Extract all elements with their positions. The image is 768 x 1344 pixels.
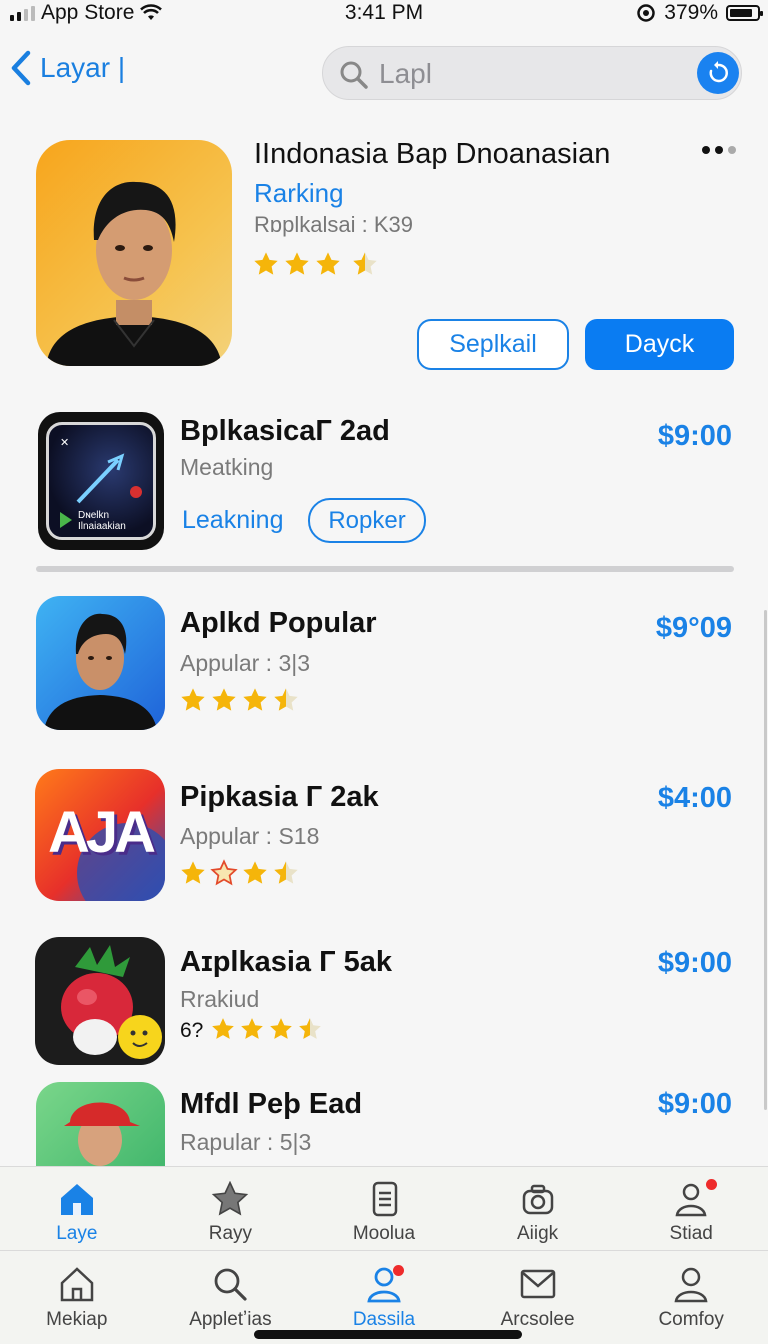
tab-label: Moolua [352,1223,416,1244]
tab-moolua[interactable]: Moolua [307,1181,461,1250]
strawberry-character-icon [61,945,162,1059]
search-icon [214,1268,247,1301]
half-star-icon [299,1018,321,1039]
star-icon [254,252,278,275]
star-icon [243,861,267,884]
battery-icon [726,5,763,21]
second-app-link[interactable]: Leakning [182,506,283,535]
refresh-icon [709,61,728,83]
featured-app-icon[interactable] [36,140,232,366]
secondary-action-button[interactable]: Seplkail [417,319,569,370]
search-icon [340,61,368,89]
tab-label: Appletʼias [189,1309,272,1330]
rating-count: 6? [180,1019,204,1042]
second-app-icon[interactable]: ✕ Dɴelkn Ilnaiaakian [38,412,164,550]
tab-label: Rayy [208,1223,253,1244]
star-icon [212,1018,234,1039]
list-item-price[interactable]: $4:00 [658,782,732,815]
second-app-price[interactable]: $9:00 [658,420,732,453]
tab-bar-primary: Laye Rayy Moolua Aiigk Stiad [0,1166,768,1250]
tab-label: Laye [56,1223,98,1244]
list-item-title[interactable]: Aplkd Popular [180,607,377,640]
refresh-button[interactable] [697,52,739,94]
person-icon [675,1183,707,1217]
list-item-title[interactable]: Pipkasia Г 2ak [180,781,379,814]
tab-label: Mekiap [46,1309,108,1330]
rotation-lock-icon [637,4,656,22]
star-icon [285,252,309,275]
list-item-meta: Rrakiud [180,986,260,1012]
star-icon [243,688,267,711]
more-options-button[interactable] [702,146,736,154]
list-item-icon[interactable] [36,596,165,730]
featured-app-title[interactable]: IIndonasia Bap Dnoanasian [254,138,610,171]
chevron-left-icon [11,50,31,86]
half-star-icon [353,252,377,275]
list-item-title[interactable]: Mfdl Peþ Ead [180,1088,362,1121]
get-button[interactable]: Dayck [585,319,734,370]
search-bar[interactable]: Lapl [322,46,742,100]
featured-app-category[interactable]: Rarking [254,178,344,209]
tab-label: Arcsolee [500,1309,575,1330]
document-icon [372,1181,398,1217]
star-icon [241,1018,263,1039]
back-label: Layar | [40,52,126,83]
tab-mekiap[interactable]: Mekiap [0,1265,154,1344]
list-item-meta: Appular : 3|3 [180,650,311,676]
star-outline-icon [210,859,238,886]
tab-label: Stiad [669,1223,713,1244]
list-item-rating [210,1016,323,1042]
person-outline-icon [674,1267,708,1303]
tab-aiigk[interactable]: Aiigk [461,1181,615,1250]
person-portrait-icon [46,181,222,366]
second-app-meta: Meatking [180,454,274,480]
svg-text:✕: ✕ [60,437,69,449]
tab-laye[interactable]: Laye [0,1181,154,1250]
camera-icon [522,1184,553,1215]
house-outline-icon [60,1267,94,1302]
star-icon [181,861,205,884]
half-star-icon [274,861,298,884]
list-item-rating [179,859,300,887]
list-item-title[interactable]: Aɪplkasia Г 5ak [180,946,392,979]
list-item-meta: Rapular : 5|3 [180,1129,312,1155]
featured-app-meta: Rɒplkalsai : K39 [254,212,413,237]
status-bar: App Store 3:41 PM 379% [0,0,768,28]
second-app-title[interactable]: BplkasicaГ 2ad [180,415,390,448]
home-indicator[interactable] [254,1330,522,1339]
home-icon [60,1184,93,1215]
search-input[interactable]: Lapl [379,58,432,90]
list-item-price[interactable]: $9:00 [658,1088,732,1121]
list-item-meta: Appular : S18 [180,823,320,849]
list-item-price[interactable]: $9:00 [658,947,732,980]
battery-percent: 379% [664,1,718,24]
half-star-icon [274,688,298,711]
tab-label: Comfoy [658,1309,724,1330]
featured-rating [252,250,379,278]
star-icon [316,252,340,275]
notification-badge [706,1179,718,1190]
person-portrait-icon [44,613,157,730]
star-icon [270,1018,292,1039]
second-app-icon-text: Dɴelkn Ilnaiaakian [78,510,126,532]
mail-icon [520,1269,555,1299]
section-divider [36,566,734,572]
tab-comfoy[interactable]: Comfoy [614,1265,768,1344]
tab-label: Aiigk [516,1223,559,1244]
list-item-price[interactable]: $9°09 [656,612,732,645]
list-item-rating [179,686,300,714]
list-item-icon[interactable]: AJA [35,769,165,901]
star-icon [212,688,236,711]
tab-rayy[interactable]: Rayy [154,1181,308,1250]
list-item-icon[interactable] [35,937,165,1065]
tab-label: Dassila [352,1309,416,1330]
star-icon [212,1181,249,1216]
star-icon [181,688,205,711]
tab-stiad[interactable]: Stiad [614,1179,768,1250]
scroll-indicator[interactable] [764,610,767,1110]
second-app-button[interactable]: Ropker [308,498,426,543]
back-button[interactable]: Layar | [10,50,125,86]
list-item-icon-text: AJA [47,800,156,865]
